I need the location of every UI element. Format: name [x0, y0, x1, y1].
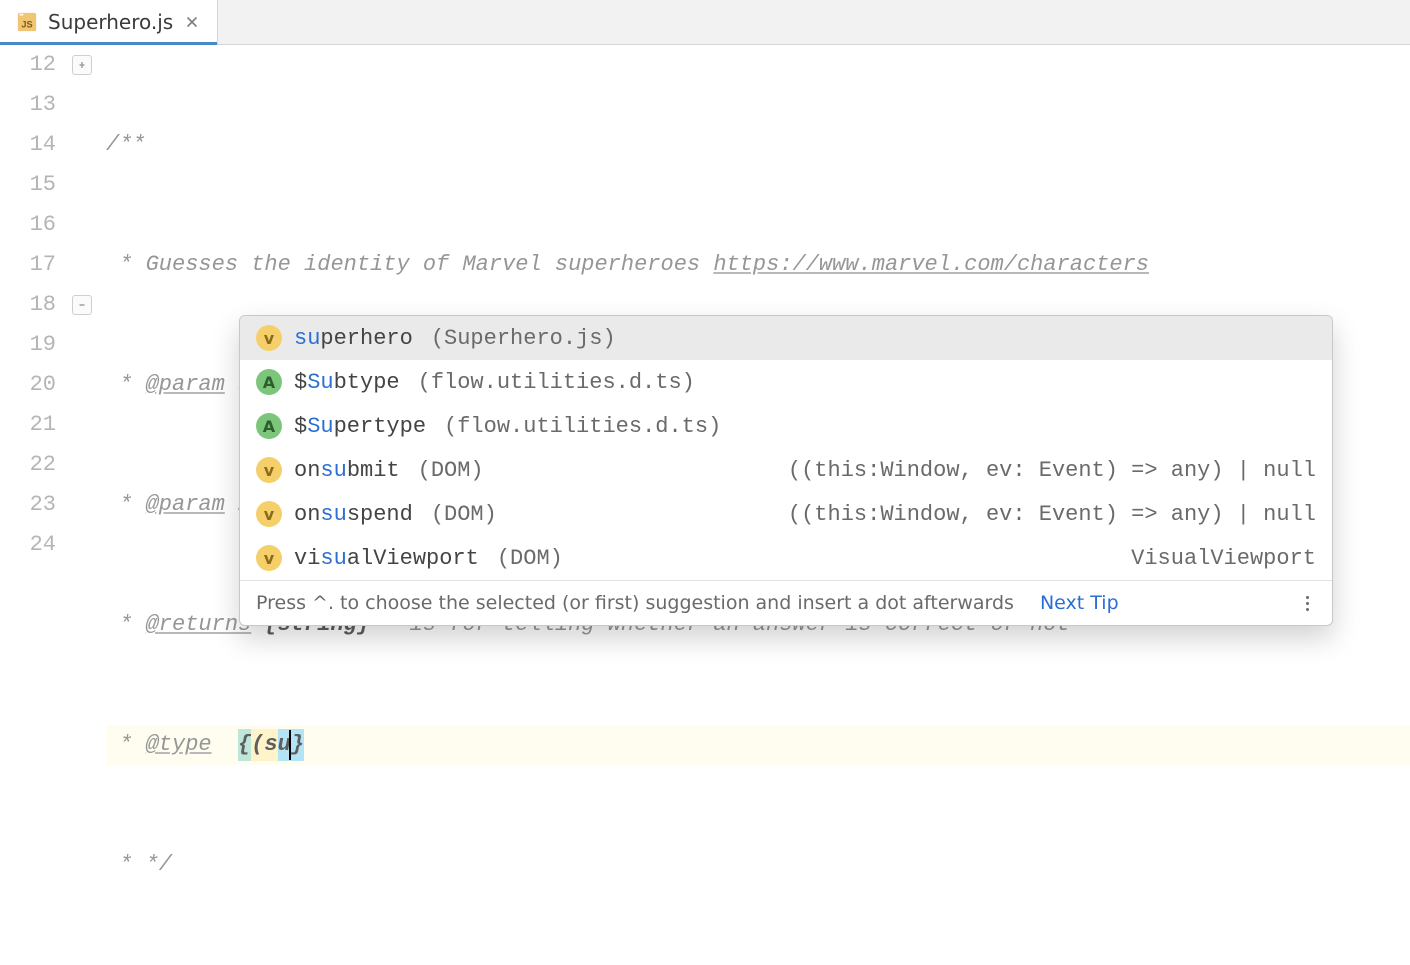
line-number: 14 [0, 125, 56, 165]
line-number: 22 [0, 445, 56, 485]
completion-source: (DOM) [497, 546, 563, 571]
close-icon[interactable] [183, 13, 201, 31]
line-number: 15 [0, 165, 56, 205]
next-tip-link[interactable]: Next Tip [1040, 592, 1119, 614]
code-line: /** [106, 125, 1410, 165]
tab-bar: JS Superhero.js [0, 0, 1410, 45]
fold-toggle-icon[interactable] [72, 295, 92, 315]
completion-popup: v superhero (Superhero.js) A $Subtype (f… [239, 315, 1333, 626]
line-number: 18 [0, 285, 56, 325]
line-number: 16 [0, 205, 56, 245]
line-number: 19 [0, 325, 56, 365]
fold-column [70, 45, 106, 647]
completion-tail: ((this:Window, ev: Event) => any) | null [788, 458, 1316, 483]
completion-item[interactable]: v onsubmit (DOM) ((this:Window, ev: Even… [240, 448, 1332, 492]
completion-item[interactable]: v onsuspend (DOM) ((this:Window, ev: Eve… [240, 492, 1332, 536]
variable-icon: v [256, 457, 282, 483]
variable-icon: v [256, 501, 282, 527]
tab-superhero[interactable]: JS Superhero.js [0, 0, 218, 44]
completion-source: (flow.utilities.d.ts) [418, 370, 695, 395]
completion-item[interactable]: v visualViewport (DOM) VisualViewport [240, 536, 1332, 580]
completion-source: (DOM) [431, 502, 497, 527]
line-number: 23 [0, 485, 56, 525]
completion-source: (Superhero.js) [431, 326, 616, 351]
completion-item[interactable]: A $Supertype (flow.utilities.d.ts) [240, 404, 1332, 448]
line-number: 24 [0, 525, 56, 565]
line-number: 17 [0, 245, 56, 285]
completion-source: (DOM) [418, 458, 484, 483]
code-line: * Guesses the identity of Marvel superhe… [106, 245, 1410, 285]
line-number: 20 [0, 365, 56, 405]
line-number-gutter: 12 13 14 15 16 17 18 19 20 21 22 23 24 [0, 45, 70, 647]
completion-footer: Press ^. to choose the selected (or firs… [240, 580, 1332, 625]
svg-text:JS: JS [21, 20, 32, 30]
completion-item[interactable]: v superhero (Superhero.js) [240, 316, 1332, 360]
more-icon[interactable] [1298, 596, 1316, 611]
tab-label: Superhero.js [48, 10, 173, 34]
alias-icon: A [256, 369, 282, 395]
line-number: 12 [0, 45, 56, 85]
js-file-icon: JS [16, 11, 38, 33]
code-line: * */ [106, 845, 1410, 885]
variable-icon: v [256, 545, 282, 571]
line-number: 13 [0, 85, 56, 125]
line-number: 21 [0, 405, 56, 445]
completion-item[interactable]: A $Subtype (flow.utilities.d.ts) [240, 360, 1332, 404]
code-line-active: * @type {(su} [106, 725, 1410, 765]
fold-toggle-icon[interactable] [72, 55, 92, 75]
completion-tail: ((this:Window, ev: Event) => any) | null [788, 502, 1316, 527]
completion-source: (flow.utilities.d.ts) [444, 414, 721, 439]
completion-tail: VisualViewport [1131, 546, 1316, 571]
completion-hint: Press ^. to choose the selected (or firs… [256, 592, 1014, 614]
alias-icon: A [256, 413, 282, 439]
variable-icon: v [256, 325, 282, 351]
